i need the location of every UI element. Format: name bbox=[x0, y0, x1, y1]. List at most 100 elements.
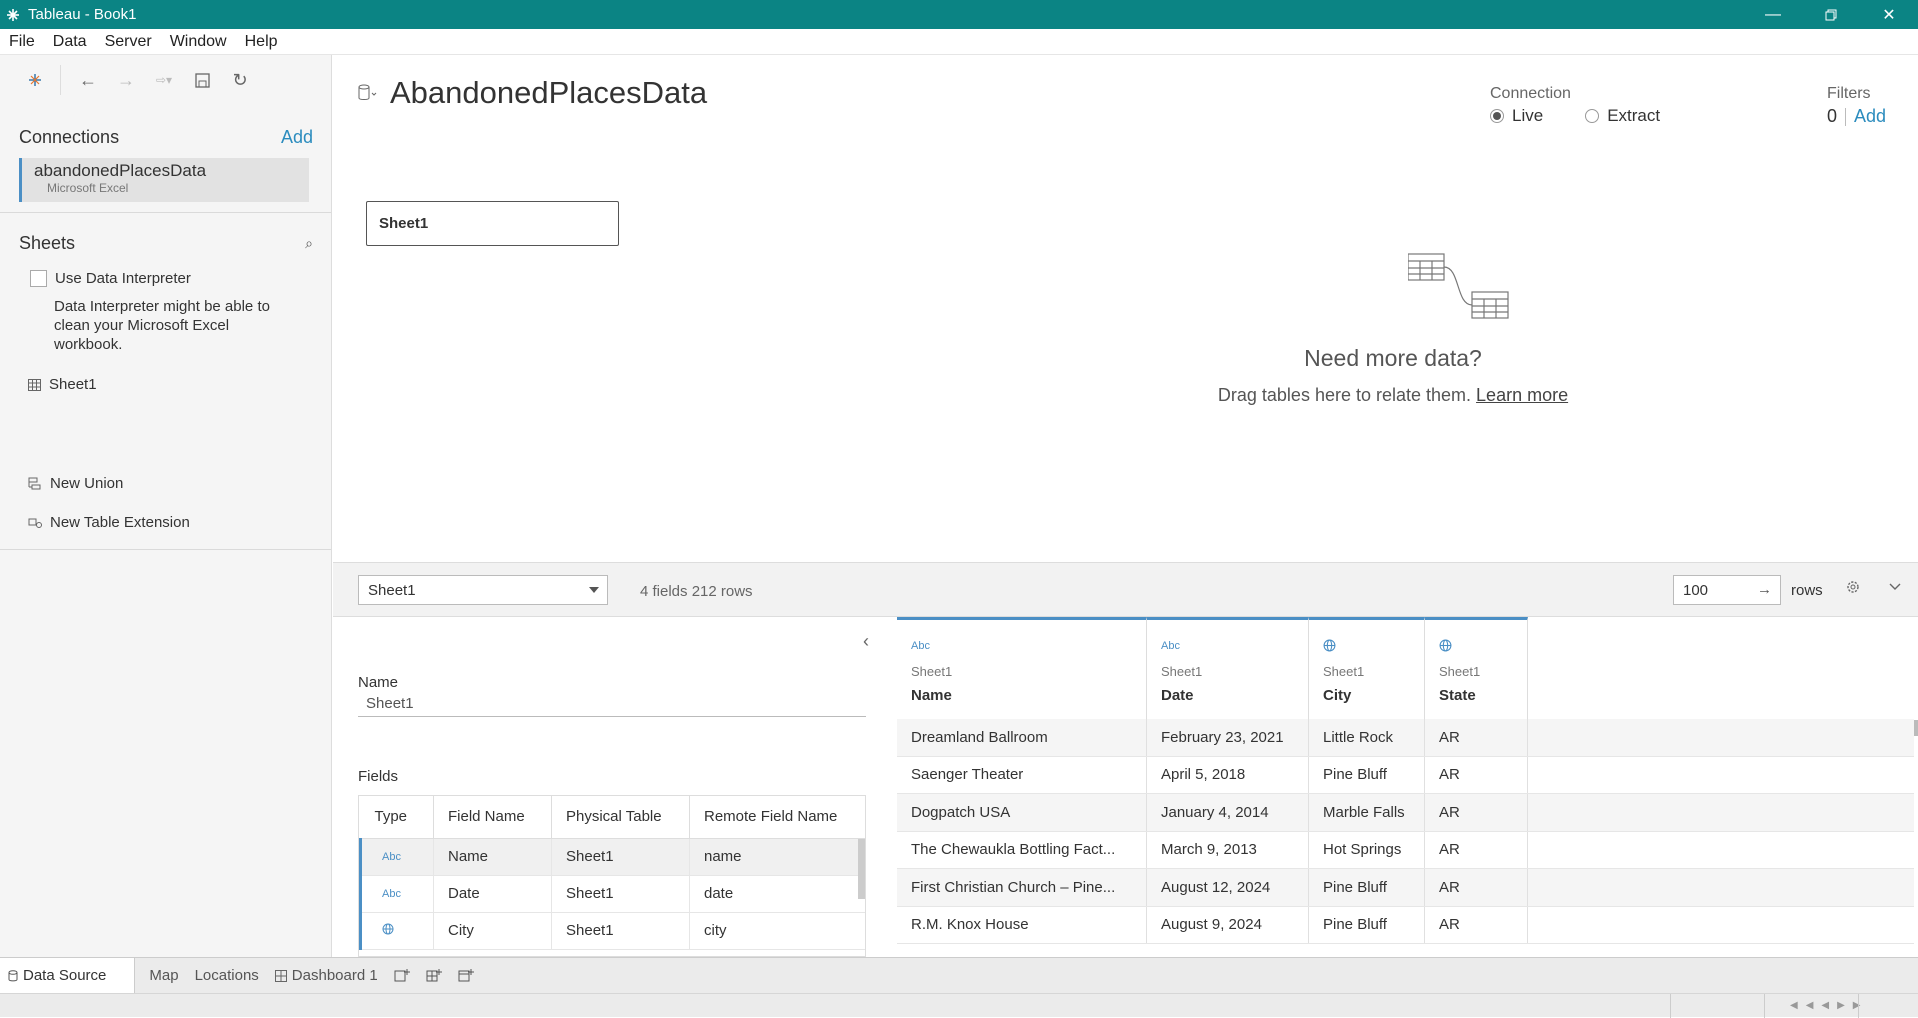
logical-table-sheet1[interactable]: Sheet1 bbox=[366, 201, 619, 246]
cell-state[interactable]: AR bbox=[1425, 869, 1528, 906]
tab-data-source[interactable]: Data Source bbox=[0, 957, 136, 994]
menu-window[interactable]: Window bbox=[161, 33, 236, 51]
new-story-icon[interactable] bbox=[450, 958, 482, 994]
datasource-name-area[interactable]: AbandonedPlacesData bbox=[358, 75, 707, 111]
cell-name[interactable]: Dogpatch USA bbox=[897, 794, 1147, 831]
field-name-cell[interactable]: Date bbox=[433, 875, 552, 913]
cell-name[interactable]: Dreamland Ballroom bbox=[897, 719, 1147, 756]
refresh-icon[interactable]: ↻ bbox=[221, 65, 259, 95]
table-row[interactable]: Abc Date Sheet1 date bbox=[359, 875, 865, 913]
new-dashboard-icon[interactable] bbox=[418, 958, 450, 994]
gear-icon[interactable] bbox=[1845, 579, 1861, 595]
tab-map[interactable]: Map bbox=[141, 958, 186, 994]
new-table-extension-link[interactable]: New Table Extension bbox=[28, 514, 331, 531]
menu-file[interactable]: File bbox=[0, 33, 44, 51]
table-select[interactable]: Sheet1 bbox=[358, 575, 608, 605]
learn-more-link[interactable]: Learn more bbox=[1476, 385, 1568, 405]
field-name-cell[interactable]: City bbox=[433, 912, 552, 950]
undo-arrow-icon[interactable]: ← bbox=[69, 65, 107, 95]
scrollbar[interactable] bbox=[1914, 720, 1918, 736]
scrollbar[interactable] bbox=[858, 839, 865, 899]
globe-icon[interactable] bbox=[359, 912, 434, 950]
collapse-panel-icon[interactable] bbox=[1888, 579, 1902, 593]
column-header-city[interactable]: Sheet1 City bbox=[1309, 617, 1425, 719]
globe-icon[interactable] bbox=[1439, 639, 1452, 655]
menu-help[interactable]: Help bbox=[236, 33, 287, 51]
cell-city[interactable]: Pine Bluff bbox=[1309, 756, 1425, 793]
cell-name[interactable]: Saenger Theater bbox=[897, 756, 1147, 793]
minimize-icon[interactable]: — bbox=[1744, 0, 1802, 29]
string-type-icon[interactable]: Abc bbox=[359, 838, 434, 876]
use-interpreter-checkbox[interactable]: Use Data Interpreter bbox=[30, 270, 331, 287]
cell-name[interactable]: R.M. Knox House bbox=[897, 906, 1147, 943]
string-type-icon[interactable]: Abc bbox=[1161, 640, 1180, 652]
string-type-icon[interactable]: Abc bbox=[359, 875, 434, 913]
join-canvas[interactable]: AbandonedPlacesData Connection Live Extr… bbox=[333, 55, 1918, 562]
table-row[interactable]: Dogpatch USA January 4, 2014 Marble Fall… bbox=[897, 794, 1914, 832]
cell-state[interactable]: AR bbox=[1425, 906, 1528, 943]
redo-arrow-icon[interactable]: → bbox=[107, 65, 145, 95]
table-row[interactable]: City Sheet1 city bbox=[359, 912, 865, 950]
cell-date[interactable]: March 9, 2013 bbox=[1147, 831, 1309, 868]
radio-selected[interactable] bbox=[1490, 109, 1504, 123]
checkbox-box[interactable] bbox=[30, 270, 47, 287]
name-field[interactable]: Sheet1 bbox=[358, 695, 866, 717]
column-header-name[interactable]: Abc Sheet1 Name bbox=[897, 617, 1147, 719]
connection-item[interactable]: abandonedPlacesData Microsoft Excel bbox=[19, 158, 309, 202]
table-row[interactable]: R.M. Knox House August 9, 2024 Pine Bluf… bbox=[897, 906, 1914, 944]
search-icon[interactable]: ⌕ bbox=[305, 235, 313, 252]
cell-city[interactable]: Little Rock bbox=[1309, 719, 1425, 756]
live-radio[interactable]: Live bbox=[1490, 106, 1543, 126]
table-row[interactable]: First Christian Church – Pine... August … bbox=[897, 869, 1914, 907]
cell-state[interactable]: AR bbox=[1425, 794, 1528, 831]
table-row[interactable]: Saenger Theater April 5, 2018 Pine Bluff… bbox=[897, 756, 1914, 794]
add-filter-link[interactable]: Add bbox=[1854, 106, 1886, 127]
cell-city[interactable]: Hot Springs bbox=[1309, 831, 1425, 868]
cell-city[interactable]: Pine Bluff bbox=[1309, 869, 1425, 906]
new-union-link[interactable]: New Union bbox=[28, 475, 331, 492]
column-header-date[interactable]: Abc Sheet1 Date bbox=[1147, 617, 1309, 719]
radio-unselected[interactable] bbox=[1585, 109, 1600, 123]
cell-state[interactable]: AR bbox=[1425, 756, 1528, 793]
extract-radio[interactable]: Extract bbox=[1585, 106, 1660, 126]
cell-date[interactable]: April 5, 2018 bbox=[1147, 756, 1309, 793]
field-name-cell[interactable]: Name bbox=[433, 838, 552, 876]
tab-locations[interactable]: Locations bbox=[187, 958, 267, 994]
column-header-physical-table[interactable]: Physical Table bbox=[551, 796, 690, 839]
sheet-item-sheet1[interactable]: Sheet1 bbox=[28, 376, 331, 393]
globe-icon[interactable] bbox=[1323, 639, 1336, 655]
menu-server[interactable]: Server bbox=[96, 33, 161, 51]
string-type-icon[interactable]: Abc bbox=[911, 640, 930, 652]
save-icon[interactable] bbox=[183, 65, 221, 95]
column-header-type[interactable]: Type bbox=[360, 796, 434, 839]
tableau-start-icon[interactable] bbox=[16, 65, 54, 95]
cell-date[interactable]: August 9, 2024 bbox=[1147, 906, 1309, 943]
cell-state[interactable]: AR bbox=[1425, 719, 1528, 756]
column-header-state[interactable]: Sheet1 State bbox=[1425, 617, 1528, 719]
cell-city[interactable]: Pine Bluff bbox=[1309, 906, 1425, 943]
cell-date[interactable]: August 12, 2024 bbox=[1147, 869, 1309, 906]
chevron-left-icon[interactable]: ‹ bbox=[863, 631, 869, 652]
cell-name[interactable]: The Chewaukla Bottling Fact... bbox=[897, 831, 1147, 868]
menu-data[interactable]: Data bbox=[44, 33, 96, 51]
column-header-field-name[interactable]: Field Name bbox=[433, 796, 552, 839]
cell-city[interactable]: Marble Falls bbox=[1309, 794, 1425, 831]
column-header-remote-field[interactable]: Remote Field Name bbox=[689, 796, 865, 839]
close-icon[interactable]: ✕ bbox=[1860, 0, 1918, 29]
datasource-name[interactable]: AbandonedPlacesData bbox=[390, 75, 707, 111]
table-row[interactable]: The Chewaukla Bottling Fact... March 9, … bbox=[897, 831, 1914, 869]
view-toggle-icon[interactable] bbox=[1858, 994, 1918, 1018]
cell-date[interactable]: February 23, 2021 bbox=[1147, 719, 1309, 756]
cell-name[interactable]: First Christian Church – Pine... bbox=[897, 869, 1147, 906]
redo-dropdown-icon[interactable]: ⇨▾ bbox=[145, 65, 183, 95]
table-row[interactable]: Dreamland Ballroom February 23, 2021 Lit… bbox=[897, 719, 1914, 757]
restore-icon[interactable] bbox=[1802, 0, 1860, 29]
add-connection-link[interactable]: Add bbox=[281, 127, 313, 148]
tab-dashboard-1[interactable]: Dashboard 1 bbox=[267, 958, 386, 994]
table-row[interactable]: Abc Name Sheet1 name bbox=[359, 838, 865, 876]
cell-state[interactable]: AR bbox=[1425, 831, 1528, 868]
cell-date[interactable]: January 4, 2014 bbox=[1147, 794, 1309, 831]
arrow-right-icon[interactable]: → bbox=[1757, 581, 1772, 598]
rows-input[interactable]: 100 → bbox=[1673, 575, 1781, 605]
new-worksheet-icon[interactable] bbox=[386, 958, 418, 994]
